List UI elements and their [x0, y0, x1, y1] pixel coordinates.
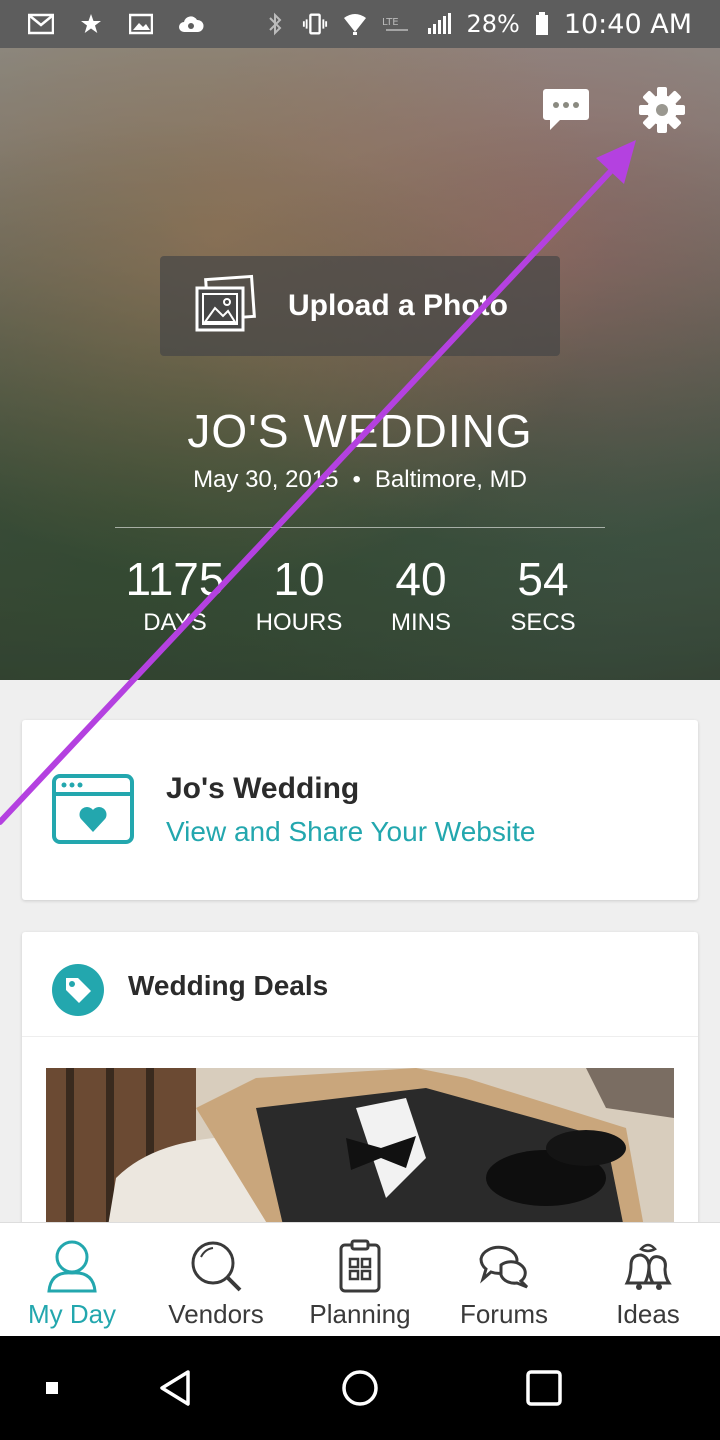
- divider: [115, 527, 605, 528]
- upload-photo-button[interactable]: Upload a Photo: [160, 256, 560, 356]
- nav-label: Ideas: [616, 1299, 680, 1329]
- messages-button[interactable]: [542, 86, 590, 134]
- countdown-hours: 10 HOURS: [234, 553, 364, 637]
- separator-dot: •: [352, 466, 361, 493]
- chat-icon: [543, 89, 589, 130]
- nav-planning[interactable]: Planning: [288, 1223, 432, 1337]
- star-icon: [78, 11, 104, 37]
- countdown-value: 40: [395, 553, 447, 605]
- countdown-value: 10: [273, 553, 325, 605]
- back-icon[interactable]: [154, 1366, 198, 1410]
- countdown-unit: DAYS: [143, 609, 207, 636]
- wedding-details: May 30, 2015 • Baltimore, MD: [0, 466, 720, 494]
- divider: [22, 1036, 698, 1037]
- image-icon: [128, 11, 154, 37]
- settings-button[interactable]: [638, 86, 686, 134]
- nav-forums[interactable]: Forums: [432, 1223, 576, 1337]
- website-title: Jo's Wedding: [166, 772, 360, 805]
- signal-icon: [426, 11, 452, 37]
- nav-ideas[interactable]: Ideas: [576, 1223, 720, 1337]
- deals-title: Wedding Deals: [128, 970, 329, 1001]
- gmail-icon: [28, 11, 54, 37]
- chat-bubbles-icon: [479, 1245, 529, 1289]
- home-icon[interactable]: [338, 1366, 382, 1410]
- countdown-value: 1175: [125, 553, 225, 605]
- status-bar: LTE 28% 10:40 AM: [0, 0, 720, 48]
- svg-text:LTE: LTE: [382, 17, 399, 28]
- battery-icon: [534, 11, 550, 37]
- bluetooth-icon: [262, 11, 288, 37]
- search-icon: [191, 1241, 242, 1292]
- cloud-icon: [178, 11, 204, 37]
- wedding-deals-card[interactable]: Wedding Deals: [22, 932, 698, 1232]
- nav-label: My Day: [27, 1299, 117, 1329]
- wedding-website-card[interactable]: Jo's Wedding View and Share Your Website: [22, 720, 698, 900]
- countdown-unit: MINS: [391, 609, 451, 636]
- vibrate-icon: [302, 11, 328, 37]
- upload-photo-label: Upload a Photo: [288, 289, 508, 322]
- countdown-days: 1175 DAYS: [110, 553, 240, 637]
- lte-icon: LTE: [382, 11, 412, 37]
- tag-icon: [52, 964, 104, 1016]
- countdown-value: 54: [517, 553, 569, 605]
- gear-icon: [639, 87, 685, 133]
- bottom-navigation: My Day Vendors Planning Forums Ideas: [0, 1222, 720, 1336]
- nav-label: Forums: [459, 1299, 549, 1329]
- countdown-unit: HOURS: [255, 609, 343, 636]
- deal-image[interactable]: [46, 1068, 674, 1232]
- recent-square-icon[interactable]: [30, 1366, 74, 1410]
- bells-icon: [624, 1243, 672, 1290]
- clock: 10:40 AM: [563, 8, 692, 40]
- system-navigation-bar: [0, 1336, 720, 1440]
- wedding-title: JO'S WEDDING: [187, 405, 533, 457]
- nav-label: Planning: [309, 1299, 411, 1329]
- view-share-website-link[interactable]: View and Share Your Website: [166, 816, 535, 848]
- overview-icon[interactable]: [522, 1366, 566, 1410]
- wedding-location: Baltimore, MD: [374, 466, 527, 493]
- photos-icon: [192, 273, 258, 339]
- nav-my-day[interactable]: My Day: [0, 1223, 144, 1337]
- wedding-date: May 30, 2015: [193, 466, 339, 493]
- countdown-unit: SECS: [510, 609, 576, 636]
- countdown-mins: 40 MINS: [356, 553, 486, 637]
- hero-banner: Upload a Photo JO'S WEDDING May 30, 2015…: [0, 48, 720, 680]
- nav-vendors[interactable]: Vendors: [144, 1223, 288, 1337]
- wifi-icon: [342, 11, 368, 37]
- person-icon: [47, 1240, 97, 1293]
- website-heart-icon: [52, 774, 134, 844]
- nav-label: Vendors: [168, 1299, 264, 1329]
- countdown-secs: 54 SECS: [478, 553, 608, 637]
- battery-percent: 28%: [466, 10, 520, 38]
- tuxedo-box-illustration: [46, 1068, 674, 1232]
- clipboard-icon: [339, 1239, 381, 1293]
